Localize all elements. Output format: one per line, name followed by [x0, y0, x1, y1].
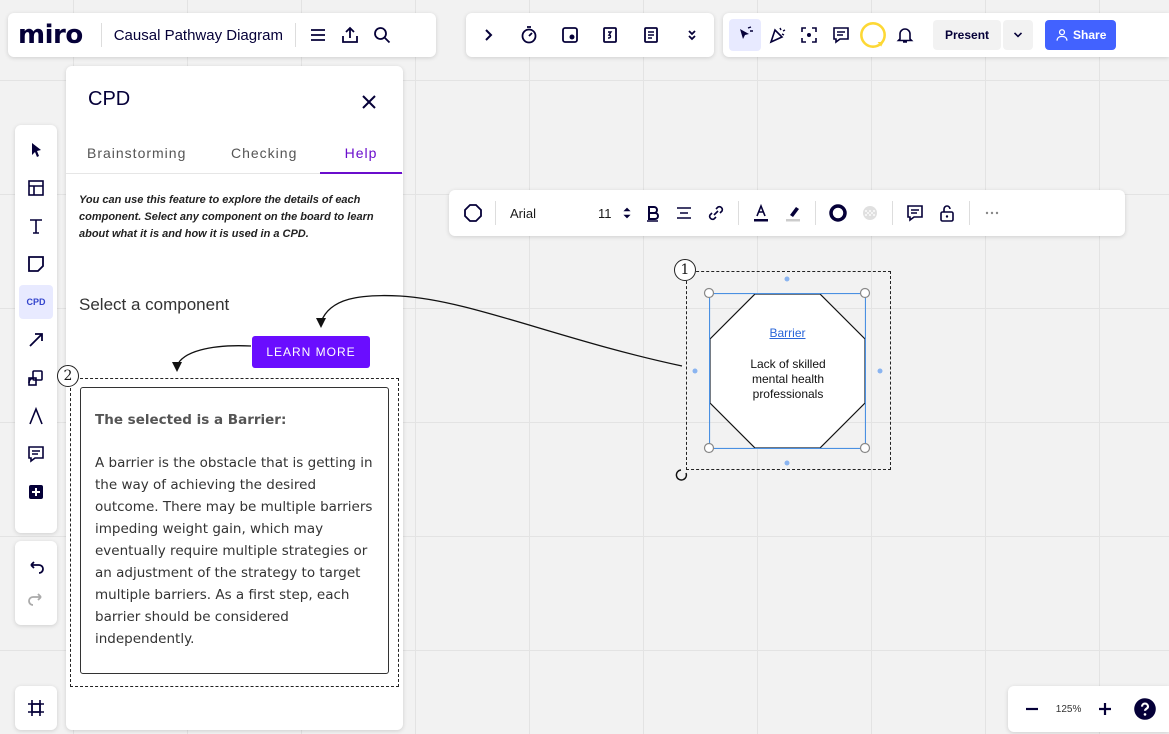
notifications-bell-icon[interactable] [889, 19, 921, 51]
border-style-icon[interactable] [822, 197, 854, 229]
zoom-level[interactable]: 125% [1056, 704, 1082, 715]
expand-down-icon[interactable] [676, 19, 708, 51]
barrier-shape[interactable]: Barrier Lack of skilled mental health pr… [709, 293, 866, 449]
left-toolbar: CPD [15, 125, 57, 533]
divider [737, 201, 739, 225]
shape-format-toolbar: Arial 11 [449, 190, 1125, 236]
divider [100, 23, 102, 47]
present-options-chevron-down-icon[interactable] [1003, 20, 1034, 50]
board-header: miro Causal Pathway Diagram [8, 13, 436, 57]
pen-icon[interactable] [19, 399, 53, 433]
rotate-handle-icon [675, 469, 688, 481]
comment-tool-icon[interactable] [19, 437, 53, 471]
component-info-box: The selected is a Barrier: A barrier is … [80, 387, 389, 674]
comment-add-icon[interactable] [899, 197, 931, 229]
text-color-icon[interactable] [745, 197, 777, 229]
zoom-controls: 125% [1008, 686, 1169, 732]
chevron-right-icon[interactable] [472, 19, 504, 51]
sticky-note-icon[interactable] [19, 247, 53, 281]
divider [294, 23, 296, 47]
connector-arrow-icon[interactable] [19, 323, 53, 357]
notes-icon[interactable] [635, 19, 667, 51]
frames-icon[interactable] [20, 692, 52, 724]
reactions-cursor-icon[interactable] [729, 19, 761, 51]
divider [891, 201, 893, 225]
user-icon [1056, 29, 1068, 41]
octagon-shape-icon[interactable] [457, 197, 489, 229]
activity-ring-icon[interactable] [857, 19, 889, 51]
annotation-marker-1: 1 [674, 259, 696, 281]
sticky-board-icon[interactable] [554, 19, 586, 51]
bold-icon[interactable] [636, 197, 668, 229]
redo-icon[interactable] [20, 583, 52, 615]
share-label: Share [1073, 28, 1107, 42]
board-title[interactable]: Causal Pathway Diagram [108, 27, 289, 44]
zoom-out-icon[interactable] [1016, 693, 1048, 725]
help-icon[interactable] [1129, 693, 1161, 725]
focus-icon[interactable] [793, 19, 825, 51]
link-icon[interactable] [700, 197, 732, 229]
search-icon[interactable] [366, 19, 398, 51]
unlock-icon[interactable] [931, 197, 963, 229]
select-cursor-icon[interactable] [19, 133, 53, 167]
more-options-icon[interactable] [976, 197, 1008, 229]
more-apps-plus-icon[interactable] [19, 475, 53, 509]
templates-icon[interactable] [19, 171, 53, 205]
tab-checking[interactable]: Checking [231, 142, 297, 174]
align-center-icon[interactable] [668, 197, 700, 229]
divider [495, 201, 496, 225]
panel-tabs: Brainstorming Checking Help [66, 142, 403, 174]
celebrate-icon[interactable] [761, 19, 793, 51]
info-body: A barrier is the obstacle that is gettin… [95, 455, 373, 647]
share-button[interactable]: Share [1045, 20, 1117, 50]
help-intro-text: You can use this feature to explore the … [79, 194, 374, 240]
font-size-field[interactable]: 11 [598, 206, 612, 221]
fill-color-icon[interactable] [854, 197, 886, 229]
font-size-stepper-icon[interactable] [618, 197, 636, 229]
select-component-label: Select a component [79, 295, 230, 314]
close-icon[interactable] [353, 86, 385, 118]
shape-body-text: Lack of skilled mental health profession… [750, 357, 826, 401]
comment-icon[interactable] [825, 19, 857, 51]
collaboration-toolbar [466, 13, 714, 57]
undo-redo-toolbar [15, 541, 57, 625]
vote-icon[interactable] [594, 19, 626, 51]
font-family-select[interactable]: Arial [502, 206, 592, 221]
shape-title-link[interactable]: Barrier [709, 326, 866, 340]
divider [968, 201, 970, 225]
timer-icon[interactable] [513, 19, 545, 51]
cpd-app-button[interactable]: CPD [19, 285, 53, 319]
text-tool-icon[interactable] [19, 209, 53, 243]
menu-icon[interactable] [302, 19, 334, 51]
present-button[interactable]: Present [933, 20, 1002, 50]
export-icon[interactable] [334, 19, 366, 51]
info-heading: The selected is a Barrier: [95, 412, 287, 428]
learn-more-button[interactable]: LEARN MORE [252, 336, 370, 368]
panel-title: CPD [88, 88, 131, 110]
tab-help[interactable]: Help [320, 142, 402, 174]
shapes-icon[interactable] [19, 361, 53, 395]
miro-logo[interactable]: miro [18, 20, 83, 50]
tab-brainstorming[interactable]: Brainstorming [87, 142, 186, 174]
top-right-toolbar: Present Share [723, 13, 1169, 57]
frames-toolbar [15, 686, 57, 730]
zoom-in-icon[interactable] [1089, 693, 1121, 725]
annotation-marker-2: 2 [57, 365, 79, 387]
undo-icon[interactable] [20, 551, 52, 583]
highlight-marker-icon[interactable] [777, 197, 809, 229]
divider [814, 201, 816, 225]
